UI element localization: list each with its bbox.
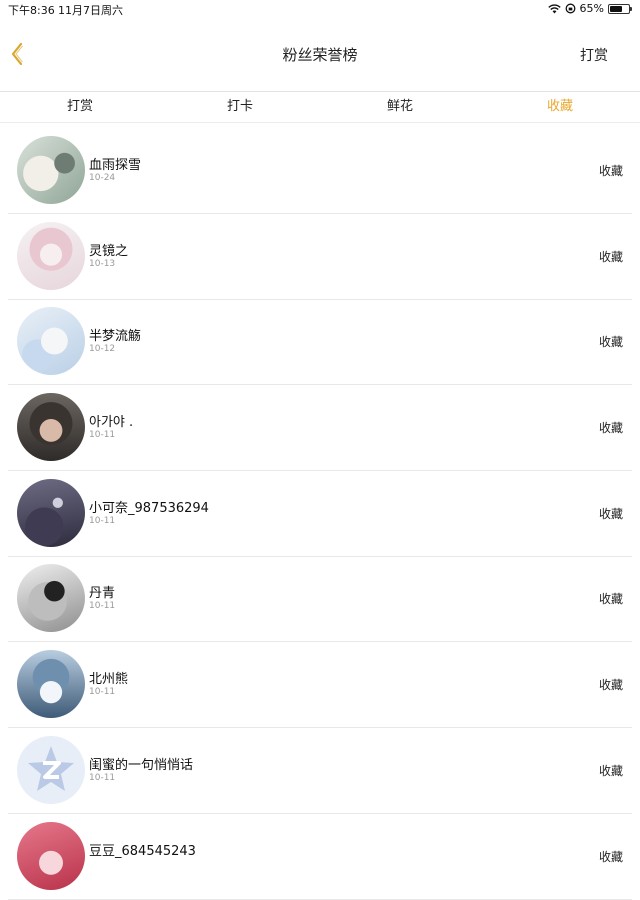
status-indicators: 65% (547, 2, 632, 15)
user-name: 血雨探雪 (89, 158, 142, 173)
user-name: 豆豆_684545243 (89, 844, 196, 859)
user-name: 闺蜜的一句悄悄话 (89, 758, 194, 773)
status-date: 11月7日周六 (58, 4, 123, 17)
list-item[interactable]: 豆豆_684545243 收藏 (8, 814, 632, 900)
avatar (17, 479, 85, 547)
user-name: 아가야 . (89, 415, 134, 430)
item-action-label: 收藏 (598, 250, 623, 264)
avatar (17, 564, 85, 632)
item-date: 10-11 (89, 516, 116, 526)
tab-bar: 打赏 打卡 鲜花 收藏 (0, 91, 640, 123)
list-item[interactable]: 北州熊 10-11 收藏 (8, 642, 632, 728)
item-action-label: 收藏 (598, 592, 623, 606)
user-name: 灵镜之 (89, 244, 129, 259)
user-name: 小可奈_987536294 (89, 501, 209, 516)
item-action-label: 收藏 (598, 764, 623, 778)
avatar (17, 822, 85, 890)
tab-checkin[interactable]: 打卡 (160, 92, 320, 122)
avatar (17, 307, 85, 375)
item-action-label: 收藏 (598, 507, 623, 521)
battery-percent: 65% (579, 2, 604, 15)
page-title: 粉丝荣誉榜 (282, 46, 358, 64)
avatar (17, 136, 85, 204)
tab-favorites[interactable]: 收藏 (480, 92, 640, 122)
wifi-icon (547, 3, 561, 13)
battery-icon (608, 3, 632, 14)
status-time: 下午8:36 (8, 4, 55, 17)
avatar (17, 736, 85, 804)
item-action-label: 收藏 (598, 421, 623, 435)
list-item[interactable]: 아가야 . 10-11 收藏 (8, 385, 632, 471)
item-action-label: 收藏 (598, 164, 623, 178)
reward-button[interactable]: 打赏 (580, 45, 608, 65)
status-bar: 下午8:36 11月7日周六 65% (0, 0, 640, 18)
avatar (17, 222, 85, 290)
tab-reward[interactable]: 打赏 (0, 92, 160, 122)
item-action-label: 收藏 (598, 850, 623, 864)
item-date: 10-12 (89, 344, 116, 354)
battery-fill (610, 5, 622, 12)
item-action-label: 收藏 (598, 335, 623, 349)
list-item[interactable]: 血雨探雪 10-24 收藏 (8, 128, 632, 214)
list-item[interactable]: 闺蜜的一句悄悄话 10-11 收藏 (8, 728, 632, 814)
item-date: 10-24 (89, 173, 116, 183)
avatar (17, 650, 85, 718)
user-name: 丹青 (89, 586, 116, 601)
item-date: 10-11 (89, 601, 116, 611)
user-name: 北州熊 (89, 672, 129, 687)
tab-flowers[interactable]: 鲜花 (320, 92, 480, 122)
item-date: 10-11 (89, 773, 116, 783)
list-item[interactable]: 灵镜之 10-13 收藏 (8, 214, 632, 300)
item-date: 10-11 (89, 687, 116, 697)
item-date: 10-11 (89, 430, 116, 440)
navigation-bar: 粉丝荣誉榜 打赏 (0, 18, 640, 91)
list-item[interactable]: 小可奈_987536294 10-11 收藏 (8, 471, 632, 557)
list-item[interactable]: 半梦流觞 10-12 收藏 (8, 299, 632, 385)
orientation-lock-icon (565, 3, 575, 14)
user-name: 半梦流觞 (89, 329, 142, 344)
avatar (17, 393, 85, 461)
item-action-label: 收藏 (598, 678, 623, 692)
default-avatar-icon (28, 746, 74, 791)
item-date: 10-13 (89, 259, 116, 269)
list-item[interactable]: 丹青 10-11 收藏 (8, 556, 632, 642)
